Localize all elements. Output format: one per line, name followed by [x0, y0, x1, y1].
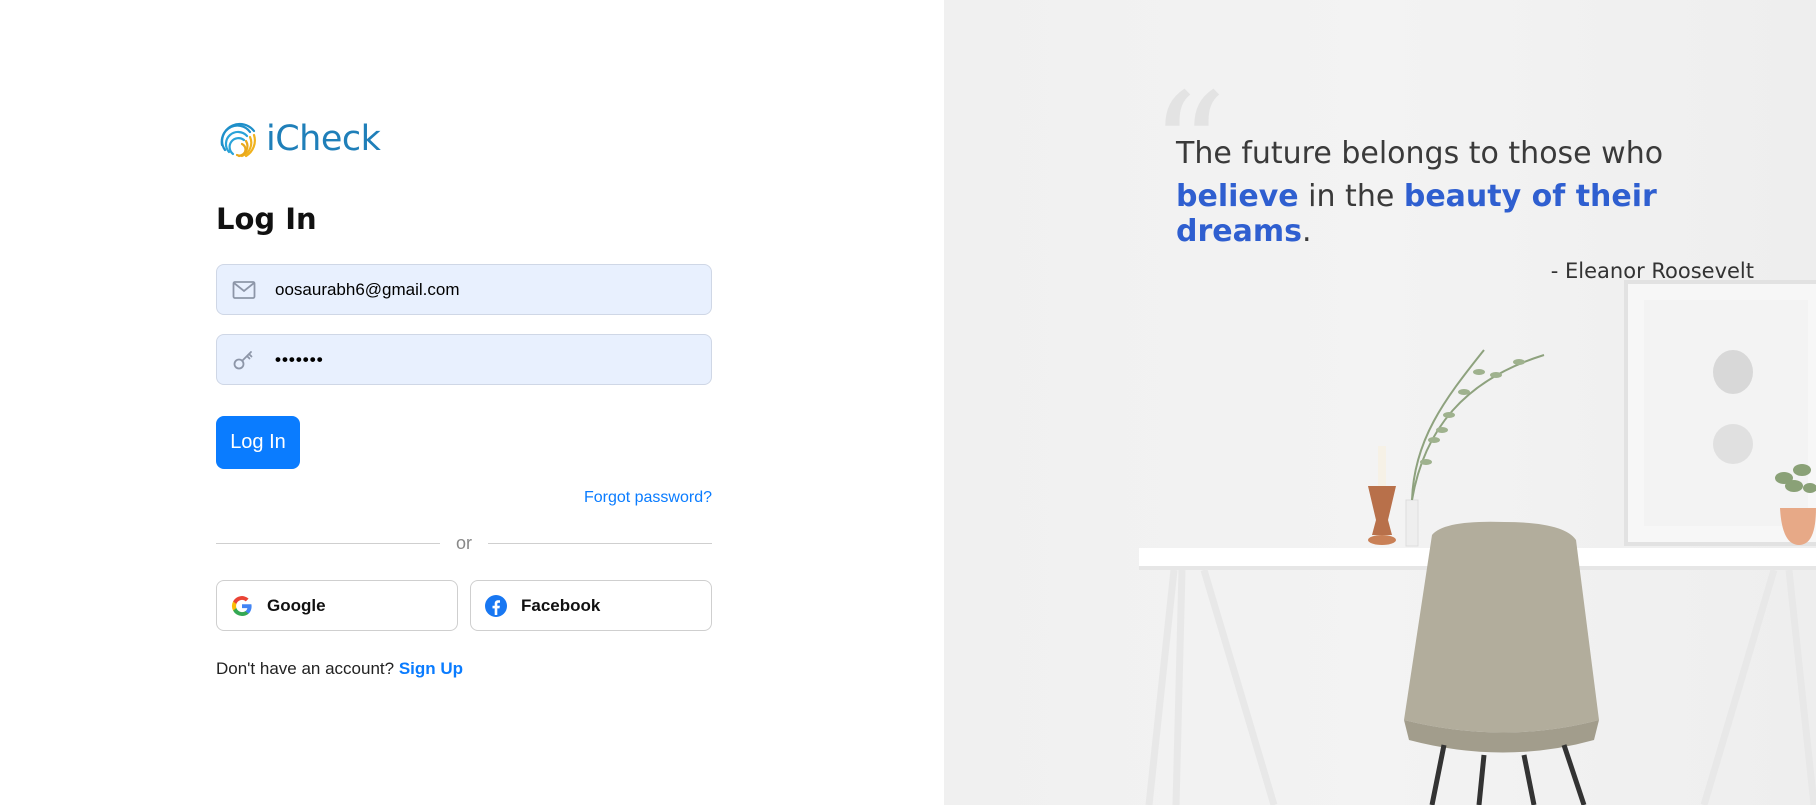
email-value: oosaurabh6@gmail.com	[275, 279, 460, 299]
email-field[interactable]: oosaurabh6@gmail.com	[216, 264, 712, 315]
facebook-label: Facebook	[521, 595, 601, 615]
password-field[interactable]: •••••••	[216, 334, 712, 385]
login-page: iCheck Log In oosaurabh6@gmail.com •••••…	[0, 0, 1816, 805]
google-login-button[interactable]: Google	[216, 580, 458, 631]
login-panel: iCheck Log In oosaurabh6@gmail.com •••••…	[0, 0, 944, 805]
divider-label: or	[456, 533, 473, 553]
login-button[interactable]: Log In	[216, 416, 300, 469]
divider-line-left	[216, 543, 440, 544]
fingerprint-logo-icon	[220, 122, 256, 158]
login-form: iCheck Log In oosaurabh6@gmail.com •••••…	[216, 116, 713, 679]
mail-icon	[231, 277, 257, 303]
brand-name: iCheck	[266, 119, 381, 159]
divider-line-right	[488, 543, 713, 544]
signup-prompt: Don't have an account? Sign Up	[216, 659, 712, 679]
page-title: Log In	[216, 202, 317, 236]
signup-link[interactable]: Sign Up	[399, 659, 463, 678]
facebook-login-button[interactable]: Facebook	[470, 580, 712, 631]
hero-panel: “ The future belongs to those who believ…	[944, 0, 1816, 805]
forgot-password-link[interactable]: Forgot password?	[584, 489, 712, 506]
signup-text: Don't have an account?	[216, 659, 395, 678]
workspace-illustration	[1139, 280, 1816, 805]
or-divider: or	[216, 533, 713, 554]
key-icon	[231, 347, 257, 373]
quote-author: - Eleanor Roosevelt	[1550, 259, 1754, 283]
forgot-row: Forgot password?	[216, 489, 712, 507]
google-label: Google	[267, 595, 326, 615]
hero-quote: The future belongs to those who believe …	[1176, 136, 1776, 283]
brand-logo: iCheck	[216, 116, 712, 162]
quote-line-2: believe in the beauty of their dreams.	[1176, 179, 1776, 249]
social-login-buttons: Google Facebook	[216, 580, 712, 631]
quote-word-believe: believe	[1176, 179, 1299, 214]
quote-line-1: The future belongs to those who	[1176, 136, 1664, 171]
password-value: •••••••	[275, 349, 324, 369]
quote-period: .	[1301, 214, 1312, 249]
google-icon	[229, 593, 255, 619]
facebook-icon	[483, 593, 509, 619]
quote-word-inthe: in the	[1298, 179, 1404, 214]
